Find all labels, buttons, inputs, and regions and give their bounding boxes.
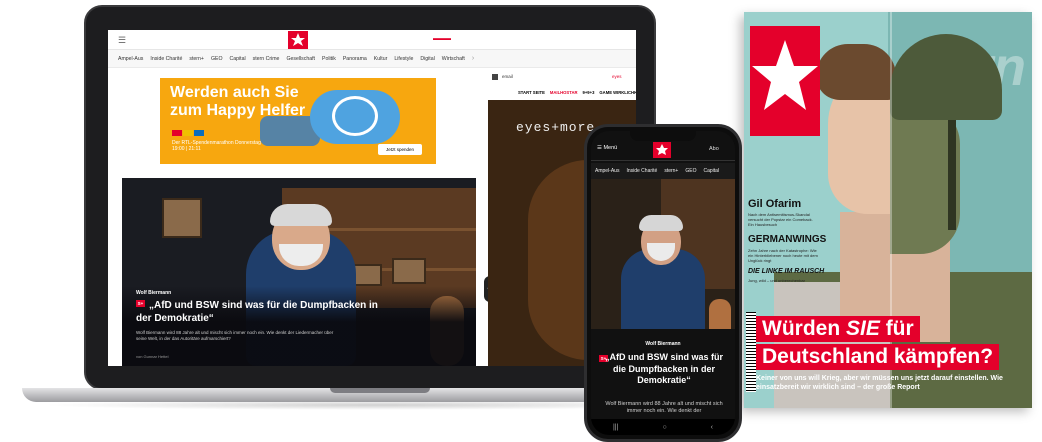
ad-subtitle: Der RTL-Spendenmarathon Donnerstag 19:00…: [172, 140, 261, 152]
story-sub: Jung, wild – und unberechenbar: [748, 278, 805, 283]
smiley-face-icon: [332, 96, 378, 136]
stern-logo: [750, 26, 820, 136]
site-header: ☰ ▬▬▬: [108, 30, 636, 50]
nav-item[interactable]: Gesellschaft: [286, 56, 315, 62]
guitar: [709, 299, 731, 329]
ad-title: Werden auch Sie zum Happy Helfer: [170, 84, 306, 119]
eyes-more-logo: eyes+more: [516, 120, 596, 135]
donate-button[interactable]: Jetzt spenden: [378, 144, 422, 155]
article-kicker: Wolf Biermann: [645, 341, 681, 347]
article-headline[interactable]: „AfD und BSW sind was für die Dumpfbacke…: [136, 299, 396, 325]
nav-item[interactable]: Lifestyle: [394, 56, 413, 62]
hair: [816, 44, 896, 100]
product-collage: ☰ ▬▬▬ Ampel-Aus Inside Charité stern+ GEO Ca…: [0, 0, 1042, 442]
section-nav: Ampel-Aus Inside Charité stern+ GEO Capital s…: [108, 50, 636, 68]
stern-logo[interactable]: [288, 31, 308, 49]
mobile-menu-button[interactable]: ☰ Menü: [597, 145, 617, 151]
abo-link[interactable]: Abo: [709, 146, 719, 152]
nav-item[interactable]: Politik: [322, 56, 336, 62]
cover-headline-line1: Würden SIE für: [756, 316, 920, 342]
ad-banner[interactable]: Werden auch Sie zum Happy Helfer Der RTL…: [160, 78, 436, 164]
story-sub: Zehn Jahre nach der Katastrophe: Wie ein…: [748, 248, 818, 263]
nav-item[interactable]: stern Crime: [253, 56, 280, 62]
article-teaser: Wolf Biermann wird 88 Jahre alt und misc…: [136, 330, 334, 341]
laptop-notch: [330, 388, 430, 393]
wall-picture: [352, 264, 382, 286]
cover-headline-line2: Deutschland kämpfen?: [756, 344, 1000, 370]
nav-item[interactable]: GEO: [211, 56, 223, 62]
hamburger-menu-icon[interactable]: ☰: [118, 35, 126, 46]
nav-item[interactable]: Kultur: [374, 56, 388, 62]
nav-item[interactable]: Inside Charité: [150, 56, 182, 62]
nav-item[interactable]: stern+: [664, 168, 678, 174]
article-teaser: Wolf Biermann wird 88 Jahre alt und misc…: [605, 401, 723, 414]
nav-item[interactable]: Panorama: [343, 56, 367, 62]
nav-item[interactable]: Digital: [420, 56, 434, 62]
phone-screen: ☰ Menü Abo Ampel-Aus Inside Charité stern+…: [591, 131, 735, 435]
story-kicker: DIE LINKE IM RAUSCH: [748, 268, 825, 275]
grid-icon: [492, 74, 498, 80]
hero-article[interactable]: Wolf Biermann S+ „AfD und BSW sind was f…: [122, 178, 476, 366]
story-kicker: Gil Ofarim: [748, 198, 802, 210]
nav-item[interactable]: GEO: [685, 168, 696, 174]
stern-logo[interactable]: [653, 142, 671, 158]
cover-dek: Keiner von uns will Krieg, aber wir müss…: [756, 375, 1003, 391]
article-headline[interactable]: „AfD und BSW sind was für die Dumpfbacke…: [601, 352, 727, 387]
nav-item[interactable]: Capital: [229, 56, 245, 62]
menu-label: Menü: [603, 145, 618, 151]
side-tabs: START SEITE MAILHOSTAR 9+9+3 GAME WIRKLICHK…: [518, 90, 636, 95]
nav-item[interactable]: Capital: [703, 168, 719, 174]
article-photo[interactable]: [591, 179, 735, 329]
mail-link[interactable]: email: [502, 74, 513, 79]
portrait-hair: [270, 204, 332, 226]
barcode: [746, 312, 756, 392]
side-tab[interactable]: GAME WIRKLICHKEIT: [599, 90, 636, 95]
subscribe-link[interactable]: ▬▬▬: [433, 36, 451, 42]
portrait-hair: [639, 215, 683, 231]
wall-picture: [162, 198, 202, 238]
back-icon[interactable]: ‹: [711, 424, 713, 431]
wall-picture: [392, 258, 426, 284]
eyes-link[interactable]: eyes: [612, 74, 622, 79]
mobile-header: ☰ Menü Abo: [591, 139, 735, 161]
home-icon[interactable]: ○: [662, 424, 666, 431]
recent-apps-icon[interactable]: |||: [613, 424, 618, 431]
nav-more-chevron-icon[interactable]: ›: [472, 55, 474, 62]
story-sub: Nach dem Antisemitismus-Skandal versucht…: [748, 212, 813, 227]
side-tab[interactable]: 9+9+3: [583, 90, 595, 95]
nav-item[interactable]: Wirtschaft: [442, 56, 465, 62]
article-author: von Gunnar Hettel: [136, 354, 169, 359]
nav-item[interactable]: Ampel-Aus: [118, 56, 143, 62]
helmet-strap: [948, 120, 956, 230]
story-kicker: GERMANWINGS: [748, 234, 827, 245]
mobile-section-nav: Ampel-Aus Inside Charité stern+ GEO Capital: [591, 163, 735, 179]
phone-notch: [630, 131, 696, 141]
nav-item[interactable]: Ampel-Aus: [595, 168, 619, 174]
rtl-logo: [172, 130, 204, 136]
side-tab[interactable]: START SEITE: [518, 90, 545, 95]
article-kicker: Wolf Biermann: [136, 290, 172, 296]
laptop-screen: ☰ ▬▬▬ Ampel-Aus Inside Charité stern+ GEO Ca…: [108, 30, 636, 366]
magazine-cover: stern Gil Ofarim Nach dem Antisemitismus…: [744, 12, 1032, 408]
hero-gradient: [122, 286, 476, 366]
nav-item[interactable]: stern+: [189, 56, 204, 62]
nav-item[interactable]: Inside Charité: [626, 168, 657, 174]
side-tab[interactable]: MAILHOSTAR: [550, 90, 578, 95]
android-nav-bar: ||| ○ ‹: [591, 419, 735, 435]
